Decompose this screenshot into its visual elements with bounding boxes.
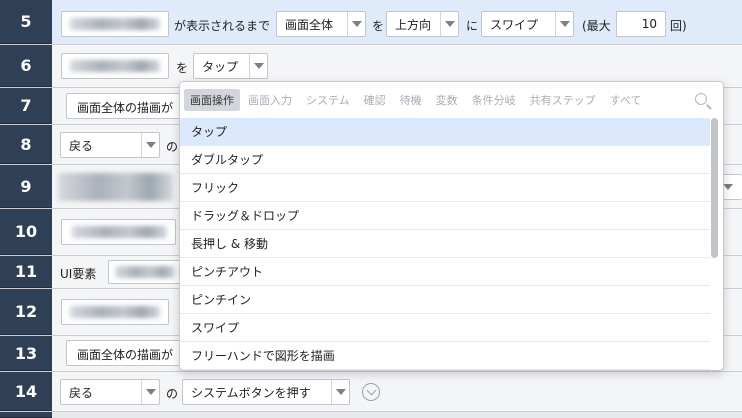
step-number: 5: [0, 0, 52, 44]
search-icon[interactable]: [695, 93, 707, 105]
action-select[interactable]: システムボタンを押す: [182, 379, 350, 405]
step-number: 11: [0, 256, 52, 288]
particle-wo: を: [372, 19, 385, 33]
chevron-down-icon: [331, 380, 349, 404]
action-value: タップ: [202, 59, 239, 74]
step-number: 14: [0, 372, 52, 411]
target-select[interactable]: 戻る: [60, 132, 160, 158]
target-select[interactable]: 戻る: [60, 379, 160, 405]
blurred-element-name: [70, 60, 160, 72]
option-pinch-out[interactable]: ピンチアウト: [180, 258, 710, 286]
chevron-down-icon: [440, 12, 458, 36]
target-value: 戻る: [69, 385, 94, 400]
option-double-tap[interactable]: ダブルタップ: [180, 146, 710, 174]
particle-ni: に: [466, 19, 479, 33]
element-field[interactable]: [61, 53, 169, 79]
blurred-element-image: [58, 173, 173, 201]
step-number: 10: [0, 209, 52, 255]
element-field[interactable]: [61, 299, 169, 325]
option-drag-and-drop[interactable]: ドラッグ＆ドロップ: [180, 202, 710, 230]
particle-no: の: [166, 140, 179, 154]
chevron-down-icon: [141, 133, 159, 157]
element-field[interactable]: [61, 11, 169, 37]
action-select[interactable]: タップ: [193, 53, 268, 79]
action-value: システムボタンを押す: [191, 385, 311, 400]
chevron-down-icon: [555, 12, 573, 36]
max-count-input[interactable]: 10: [616, 11, 666, 37]
blurred-element-name: [72, 226, 167, 238]
target-select[interactable]: 画面全体: [276, 11, 366, 37]
blurred-element-name: [70, 18, 160, 30]
max-close-label: 回): [670, 19, 687, 33]
expand-circle-icon[interactable]: [362, 383, 380, 401]
tab-confirm[interactable]: 確認: [358, 89, 392, 111]
text-value: 画面全体の描画が: [77, 101, 174, 115]
element-field[interactable]: [61, 219, 176, 245]
category-tabs: 画面操作 画面入力 システム 確認 待機 変数 条件分岐 共有ステップ すべて: [180, 82, 723, 118]
chevron-down-icon: [347, 12, 365, 36]
ui-element-label: UI要素: [60, 267, 97, 281]
option-flick[interactable]: フリック: [180, 174, 710, 202]
text-field[interactable]: 画面全体の描画が: [66, 340, 196, 366]
scrollbar[interactable]: [711, 118, 718, 258]
step-row-14[interactable]: 14 戻る の システムボタンを押す: [0, 372, 742, 412]
step-row-5[interactable]: 5 が表示されるまで 画面全体 を 上方向 に スワイプ (最大 10 回): [0, 0, 742, 45]
tab-wait[interactable]: 待機: [394, 89, 428, 111]
tab-condition[interactable]: 条件分岐: [466, 89, 522, 111]
max-open-label: (最大: [582, 19, 611, 33]
target-value: 画面全体: [285, 17, 334, 32]
step-number: 6: [0, 45, 52, 87]
step-number: 8: [0, 125, 52, 164]
tab-shared-step[interactable]: 共有ステップ: [524, 89, 602, 111]
direction-value: 上方向: [395, 17, 432, 32]
step-number: 9: [0, 165, 52, 208]
tab-variable[interactable]: 変数: [430, 89, 464, 111]
option-swipe[interactable]: スワイプ: [180, 314, 710, 342]
step-number-strip: [0, 412, 52, 418]
option-tap[interactable]: タップ: [180, 118, 710, 146]
action-select[interactable]: スワイプ: [481, 11, 574, 37]
until-label: が表示されるまで: [174, 19, 271, 33]
option-list: タップ ダブルタップ フリック ドラッグ＆ドロップ 長押し & 移動 ピンチアウ…: [180, 118, 710, 370]
particle-wo: を: [176, 61, 189, 75]
option-long-press-move[interactable]: 長押し & 移動: [180, 230, 710, 258]
tab-system[interactable]: システム: [300, 89, 356, 111]
target-value: 戻る: [69, 138, 94, 153]
step-number: 7: [0, 88, 52, 124]
chevron-down-icon: [249, 54, 267, 78]
chevron-down-icon: [141, 380, 159, 404]
tab-screen-input[interactable]: 画面入力: [242, 89, 298, 111]
tab-screen-operation[interactable]: 画面操作: [184, 89, 240, 111]
bottom-strip: [0, 412, 742, 418]
tab-all[interactable]: すべて: [604, 89, 648, 111]
action-dropdown-popup[interactable]: 画面操作 画面入力 システム 確認 待機 変数 条件分岐 共有ステップ すべて …: [179, 81, 724, 371]
blurred-element-name: [70, 306, 160, 318]
option-freehand-draw[interactable]: フリーハンドで図形を描画: [180, 342, 710, 370]
particle-no: の: [166, 387, 179, 401]
action-value: スワイプ: [490, 17, 539, 32]
text-value: 画面全体の描画が: [77, 348, 174, 362]
step-number: 13: [0, 336, 52, 371]
text-field[interactable]: 画面全体の描画が: [66, 93, 196, 119]
option-pinch-in[interactable]: ピンチイン: [180, 286, 710, 314]
step-number: 12: [0, 289, 52, 335]
ui-element-field[interactable]: [108, 260, 183, 284]
direction-select[interactable]: 上方向: [386, 11, 459, 37]
blurred-element-name: [115, 266, 175, 278]
